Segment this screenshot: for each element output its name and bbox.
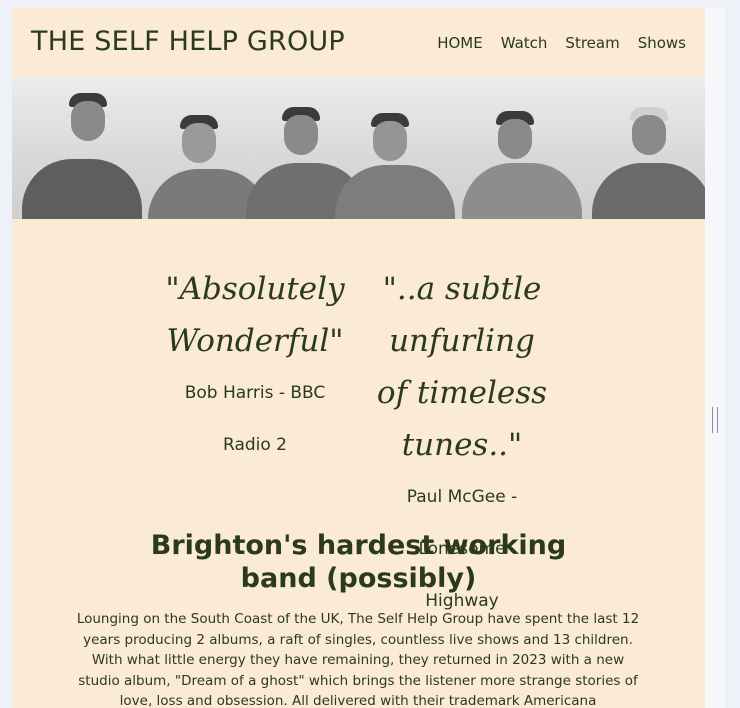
- band-member-6: [582, 77, 705, 219]
- site-title[interactable]: THE SELF HELP GROUP: [31, 26, 345, 57]
- nav-stream[interactable]: Stream: [565, 34, 619, 52]
- page: THE SELF HELP GROUP HOME Watch Stream Sh…: [12, 8, 705, 708]
- quote-text: "..a subtle unfurling of timeless tunes.…: [362, 263, 562, 471]
- quote-line: Wonderful": [166, 323, 344, 359]
- band-description: Lounging on the South Coast of the UK, T…: [76, 611, 640, 708]
- attribution-line: Bob Harris - BBC: [184, 383, 326, 403]
- nav-watch[interactable]: Watch: [501, 34, 548, 52]
- quote-line: "..a subtle: [382, 271, 542, 307]
- scrollbar-track[interactable]: [705, 8, 725, 708]
- quote-attribution: Bob Harris - BBC Radio 2: [155, 367, 355, 471]
- site-header: THE SELF HELP GROUP HOME Watch Stream Sh…: [12, 8, 705, 77]
- main-nav: HOME Watch Stream Shows: [437, 34, 686, 52]
- band-member-3: [242, 77, 366, 219]
- quote-line: "Absolutely: [165, 271, 345, 307]
- quotes-section: "Absolutely Wonderful" Bob Harris - BBC …: [12, 219, 705, 708]
- band-member-1: [17, 77, 147, 219]
- section-headline: Brighton's hardest working band (possibl…: [150, 530, 567, 594]
- band-member-4: [335, 77, 467, 219]
- quote-bob-harris: "Absolutely Wonderful" Bob Harris - BBC …: [155, 263, 355, 471]
- nav-home[interactable]: HOME: [437, 34, 483, 52]
- band-photo: [12, 77, 705, 219]
- resize-handle-icon[interactable]: [712, 407, 718, 433]
- quote-line: of timeless: [376, 375, 548, 411]
- nav-shows[interactable]: Shows: [638, 34, 686, 52]
- quote-text: "Absolutely Wonderful": [155, 263, 355, 367]
- attribution-line: Radio 2: [223, 435, 287, 455]
- quote-line: tunes..": [401, 427, 523, 463]
- attribution-line: Paul McGee -: [406, 487, 518, 507]
- band-member-5: [462, 77, 592, 219]
- quote-line: unfurling: [389, 323, 535, 359]
